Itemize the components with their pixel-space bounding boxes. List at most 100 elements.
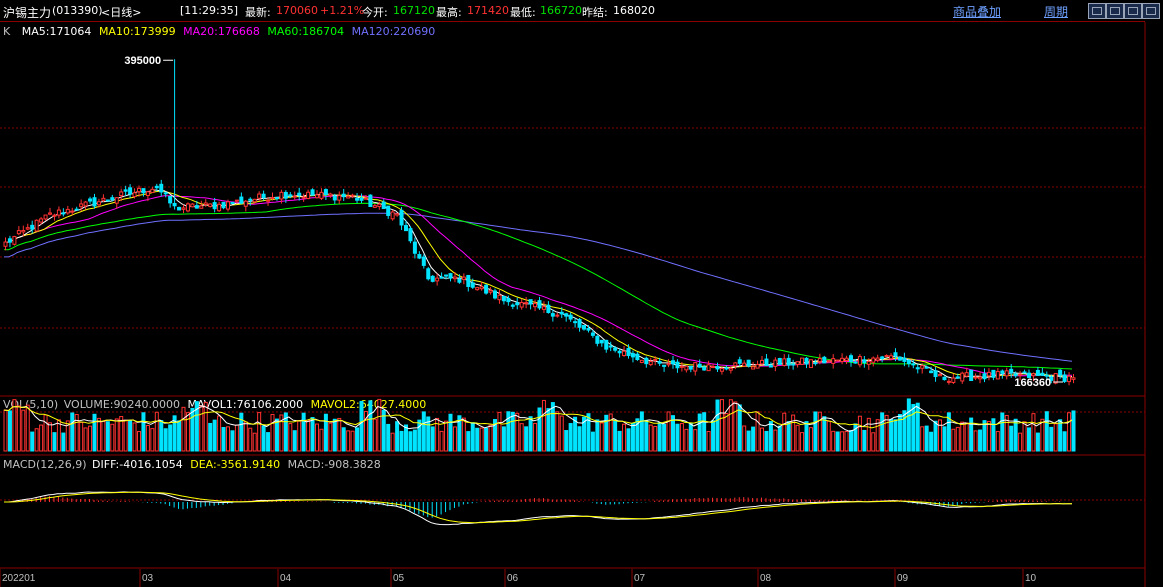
- candle-down: [7, 238, 12, 243]
- volume-bar-down: [52, 432, 57, 452]
- kline-chart[interactable]: 395000 166360 202201 03 04 05 06 07 08 09 10: [0, 0, 1163, 587]
- candle-down: [159, 183, 164, 193]
- volume-bar-down: [657, 422, 662, 452]
- candle-down: [399, 209, 404, 226]
- volume-bar-down: [862, 429, 867, 452]
- volume-bar-down: [359, 400, 364, 452]
- volume-bar-down: [626, 428, 631, 452]
- candle-up: [435, 277, 440, 282]
- candle-up: [835, 359, 840, 362]
- candle-down: [564, 313, 569, 317]
- candle-up: [693, 362, 698, 372]
- candle-up: [844, 357, 849, 361]
- candle-down: [897, 356, 902, 361]
- candle-down: [813, 362, 818, 365]
- candle-down: [310, 189, 315, 196]
- candle-up: [857, 356, 862, 366]
- volume-bar-down: [332, 418, 337, 452]
- candle-down: [550, 313, 555, 317]
- candle-down: [662, 364, 667, 367]
- volume-bar-down: [323, 413, 328, 452]
- x-axis-label-03: 03: [142, 573, 154, 584]
- volume-bar-up: [346, 430, 351, 452]
- candle-down: [74, 208, 79, 211]
- volume-bar-up: [884, 414, 889, 452]
- chart-window: 沪锡主力 (013390) <日线> [11:29:35] 最新: 170060…: [0, 0, 1163, 587]
- candle-down: [933, 370, 938, 378]
- candle-up: [79, 203, 84, 208]
- candle-down: [341, 193, 346, 198]
- volume-bar-up: [48, 422, 52, 452]
- volume-bar-up: [1031, 413, 1036, 452]
- candle-down: [582, 324, 586, 330]
- candle-up: [533, 302, 538, 308]
- volume-bar-up: [350, 430, 355, 452]
- candle-down: [430, 275, 435, 282]
- volume-bar-down: [1013, 418, 1018, 452]
- candle-up: [1004, 370, 1009, 377]
- candle-down: [297, 192, 302, 196]
- candle-down: [421, 256, 426, 266]
- candle-up: [39, 218, 44, 223]
- volume-bar-down: [412, 429, 417, 452]
- volume-bar-up: [951, 428, 956, 452]
- candle-up: [817, 358, 822, 362]
- volume-bar-down: [163, 428, 168, 452]
- candle-up: [34, 219, 39, 232]
- volume-bar-up: [808, 427, 813, 452]
- volume-bar-down: [1058, 419, 1063, 452]
- candle-down: [239, 196, 244, 204]
- candle-up: [1071, 377, 1076, 380]
- volume-bar-down: [929, 431, 934, 452]
- volume-bar-down: [822, 416, 827, 452]
- volume-bar-down: [528, 416, 533, 452]
- candle-down: [746, 359, 751, 367]
- volume-bar-down: [141, 412, 146, 452]
- candle-down: [510, 304, 515, 307]
- volume-bar-down: [168, 424, 173, 452]
- volume-bar-up: [226, 426, 230, 452]
- candle-up: [800, 357, 805, 365]
- volume-bar-down: [1009, 425, 1014, 452]
- candle-down: [991, 369, 996, 378]
- candle-up: [199, 205, 204, 209]
- candle-down: [1062, 374, 1067, 382]
- dea-line: [4, 491, 1072, 524]
- candle-up: [555, 314, 560, 317]
- candle-up: [306, 191, 311, 200]
- volume-bar-up: [679, 423, 684, 452]
- volume-bar-up: [831, 430, 836, 452]
- ma10-line: [3, 190, 1072, 379]
- candle-up: [3, 241, 8, 247]
- volume-bar-up: [88, 425, 93, 452]
- candle-down: [194, 205, 199, 209]
- candle-down: [168, 195, 173, 204]
- volume-bar-down: [7, 410, 12, 452]
- candle-down: [924, 366, 929, 369]
- candle-up: [114, 197, 119, 204]
- candle-up: [185, 203, 190, 212]
- candle-up: [1067, 375, 1072, 383]
- volume-bar-down: [768, 421, 773, 452]
- candle-down: [261, 193, 266, 199]
- candle-up: [190, 203, 195, 208]
- volume-bar-down: [568, 423, 573, 452]
- volume-bar-up: [555, 411, 560, 452]
- candle-up: [488, 290, 493, 293]
- volume-bar-down: [911, 404, 916, 452]
- volume-bar-up: [297, 420, 302, 452]
- candle-up: [145, 191, 150, 196]
- volume-bar-up: [733, 401, 738, 452]
- candle-down: [929, 370, 934, 374]
- candle-up: [217, 203, 222, 212]
- volume-bar-up: [519, 423, 524, 452]
- candle-down: [1000, 370, 1005, 374]
- volume-bar-down: [849, 430, 853, 452]
- volume-bar-up: [986, 420, 991, 452]
- candle-up: [875, 357, 880, 361]
- candle-down: [1009, 368, 1014, 374]
- candle-up: [978, 376, 983, 380]
- candle-up: [475, 287, 480, 291]
- candle-up: [711, 366, 716, 369]
- candle-down: [426, 268, 431, 280]
